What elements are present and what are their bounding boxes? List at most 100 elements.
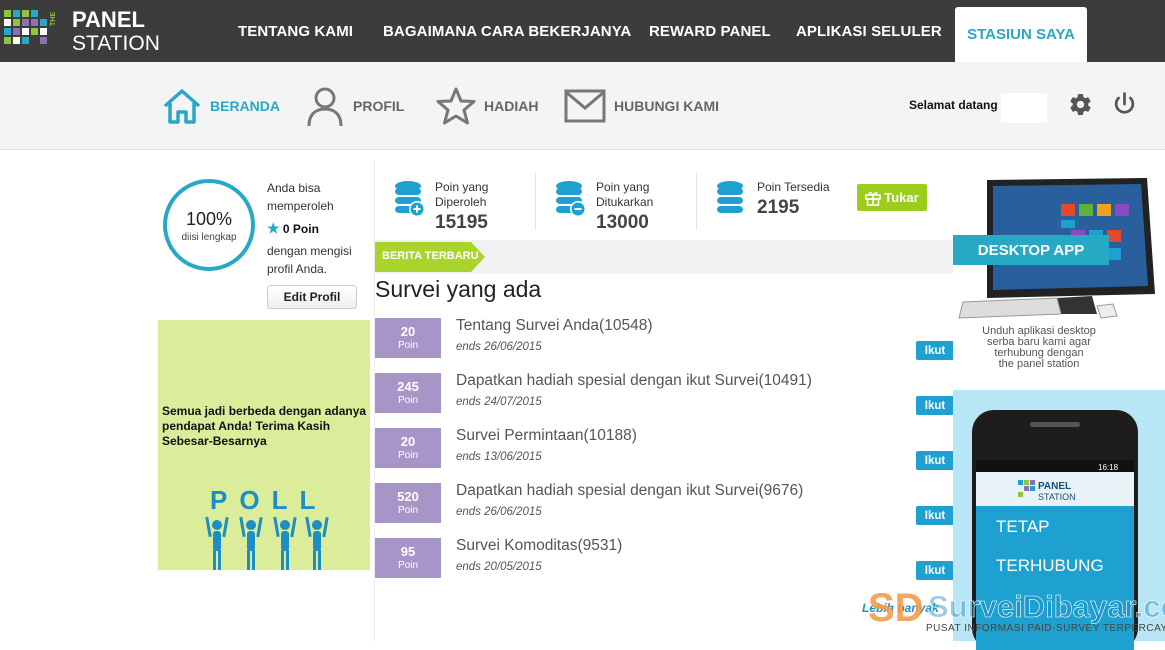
svg-text:SD: SD xyxy=(868,586,924,627)
gift-icon xyxy=(865,191,882,206)
watermark-logo: SD SurveiDibayar.com xyxy=(868,586,1165,630)
home-icon xyxy=(163,89,201,124)
svg-text:PANEL: PANEL xyxy=(72,7,145,32)
nav-reward-panel[interactable]: REWARD PANEL xyxy=(649,0,771,62)
poll-banner[interactable]: Semua jadi berbeda dengan adanya pendapa… xyxy=(158,320,370,570)
profile-points-value: 0 Poin xyxy=(282,222,319,236)
subnav-hubungi-label: HUBUNGI KAMI xyxy=(614,98,719,114)
survey-points-badge: 20 Poin xyxy=(375,428,441,468)
survey-row: 520 Poin Dapatkan hadiah spesial dengan i… xyxy=(375,482,955,525)
desktop-app-label: DESKTOP APP xyxy=(953,235,1109,265)
star-icon xyxy=(436,87,476,125)
survey-row: 245 Poin Dapatkan hadiah spesial dengan i… xyxy=(375,372,955,415)
panel-station-logo[interactable]: THE PANEL STATION xyxy=(4,6,174,56)
ikut-button[interactable]: Ikut xyxy=(916,396,954,415)
stat-earned-value: 15195 xyxy=(435,212,488,233)
desktop-app-caption: Unduh aplikasi desktop serba baru kami ag… xyxy=(982,325,1096,370)
stat-redeemed-label: Poin yang Ditukarkan xyxy=(596,180,654,209)
profile-sidebar: 100% diisi lengkap Anda bisa memperoleh … xyxy=(155,160,375,640)
profile-completion-ring: 100% diisi lengkap xyxy=(163,179,255,271)
phone-clock: 16:18 xyxy=(1098,463,1119,472)
ikut-button[interactable]: Ikut xyxy=(916,506,954,525)
survey-row: 95 Poin Survei Komoditas(9531) ends 20/05… xyxy=(375,537,955,580)
subnav-hubungi-kami[interactable]: HUBUNGI KAMI xyxy=(564,62,719,150)
ikut-button[interactable]: Ikut xyxy=(916,451,954,470)
gear-icon[interactable] xyxy=(1068,92,1093,117)
survey-points-badge: 95 Poin xyxy=(375,538,441,578)
survey-end-date: ends 26/06/2015 xyxy=(456,506,542,518)
survey-end-date: ends 24/07/2015 xyxy=(456,396,542,408)
svg-text:STATION: STATION xyxy=(72,32,160,55)
svg-text:THE: THE xyxy=(50,12,57,26)
tukar-button-label: Tukar xyxy=(884,190,919,205)
profile-points: ★ 0 Poin xyxy=(267,220,319,237)
site-watermark: SD SurveiDibayar.com PUSAT INFORMASI PAI… xyxy=(866,583,1165,641)
survey-title[interactable]: Survei Permintaan(10188) xyxy=(456,427,637,445)
survey-list-heading: Survei yang ada xyxy=(375,276,542,302)
svg-text:STATION: STATION xyxy=(1038,492,1076,502)
power-icon[interactable] xyxy=(1112,91,1137,117)
stat-earned-label: Poin yang Diperoleh xyxy=(435,180,489,209)
username-display xyxy=(1001,93,1047,123)
watermark-tagline: PUSAT INFORMASI PAID-SURVEY TERPERCAYA xyxy=(926,623,1165,634)
survey-points-badge: 245 Poin xyxy=(375,373,441,413)
stat-redeemed-value: 13000 xyxy=(596,212,649,233)
stat-redeemed: Poin yang Ditukarkan 13000 xyxy=(554,168,694,238)
news-ticker: BERITA TERBARU xyxy=(375,240,953,274)
logo-mark-icon: THE PANEL STATION xyxy=(4,7,160,55)
svg-text:PANEL: PANEL xyxy=(1038,481,1071,492)
stat-separator xyxy=(535,172,536,230)
ikut-button[interactable]: Ikut xyxy=(916,561,954,580)
survey-points-badge: 20 Poin xyxy=(375,318,441,358)
profile-text-line2: memperoleh xyxy=(267,199,334,213)
people-cheering-illustration xyxy=(205,516,329,570)
survey-end-date: ends 20/05/2015 xyxy=(456,561,542,573)
survey-end-date: ends 26/06/2015 xyxy=(456,341,542,353)
edit-profile-button[interactable]: Edit Profil xyxy=(267,285,357,309)
subnav-beranda-label: BERANDA xyxy=(210,98,280,114)
ads-sidebar: DESKTOP APP Unduh aplikasi desktop serba … xyxy=(953,160,1165,650)
stat-earned: Poin yang Diperoleh 15195 xyxy=(393,168,533,238)
poll-word: POLL xyxy=(210,485,328,515)
news-tag-label: BERITA TERBARU xyxy=(382,250,479,262)
stat-separator xyxy=(696,172,697,230)
user-icon xyxy=(307,87,343,127)
profile-text-line3: dengan mengisi xyxy=(267,244,352,258)
database-minus-icon xyxy=(556,181,586,217)
top-navigation-bar: THE PANEL STATION TENTANG KAMI BAGAIMANA… xyxy=(0,0,1165,62)
tukar-button[interactable]: Tukar xyxy=(857,184,927,211)
subnav-beranda[interactable]: BERANDA xyxy=(162,62,280,150)
stat-available-label: Poin Tersedia xyxy=(757,180,830,194)
subnav-hadiah-label: HADIAH xyxy=(484,98,539,114)
secondary-navigation: BERANDA PROFIL HADIAH HUBUNGI KAMI Selam… xyxy=(0,62,1165,150)
stat-available: Poin Tersedia 2195 xyxy=(715,168,855,238)
survey-title[interactable]: Dapatkan hadiah spesial dengan ikut Surv… xyxy=(456,372,812,390)
nav-stasiun-saya[interactable]: STASIUN SAYA xyxy=(955,7,1087,62)
nav-aplikasi-seluler[interactable]: APLIKASI SELULER xyxy=(796,0,942,62)
stat-available-value: 2195 xyxy=(757,197,800,218)
subnav-hadiah[interactable]: HADIAH xyxy=(436,62,538,150)
profile-text-line4: profil Anda. xyxy=(267,262,328,276)
desktop-app-ad[interactable]: DESKTOP APP Unduh aplikasi desktop serba … xyxy=(953,160,1165,388)
survey-title[interactable]: Tentang Survei Anda(10548) xyxy=(456,317,652,335)
nav-cara-bekerja[interactable]: BAGAIMANA CARA BEKERJANYA xyxy=(383,0,631,62)
survey-title[interactable]: Survei Komoditas(9531) xyxy=(456,537,622,555)
survey-title[interactable]: Dapatkan hadiah spesial dengan ikut Surv… xyxy=(456,482,803,500)
mail-icon xyxy=(564,89,606,123)
nav-tentang-kami[interactable]: TENTANG KAMI xyxy=(238,0,353,62)
poll-banner-text: Semua jadi berbeda dengan adanya pendapa… xyxy=(162,404,367,448)
survey-points-badge: 520 Poin xyxy=(375,483,441,523)
completion-percent: 100% xyxy=(185,209,233,229)
ikut-button[interactable]: Ikut xyxy=(916,341,954,360)
survey-row: 20 Poin Tentang Survei Anda(10548) ends 2… xyxy=(375,317,955,360)
mobile-ad-line1: TETAP xyxy=(996,517,1050,536)
database-plus-icon xyxy=(395,181,425,217)
welcome-text: Selamat datang xyxy=(909,98,998,112)
survey-row: 20 Poin Survei Permintaan(10188) ends 13/… xyxy=(375,427,955,470)
subnav-profil-label: PROFIL xyxy=(353,98,405,114)
watermark-brand: SurveiDibayar.com xyxy=(928,589,1165,624)
subnav-profil[interactable]: PROFIL xyxy=(305,62,404,150)
star-icon: ★ xyxy=(267,220,280,236)
database-icon xyxy=(717,181,743,213)
profile-text-line1: Anda bisa xyxy=(267,181,321,195)
